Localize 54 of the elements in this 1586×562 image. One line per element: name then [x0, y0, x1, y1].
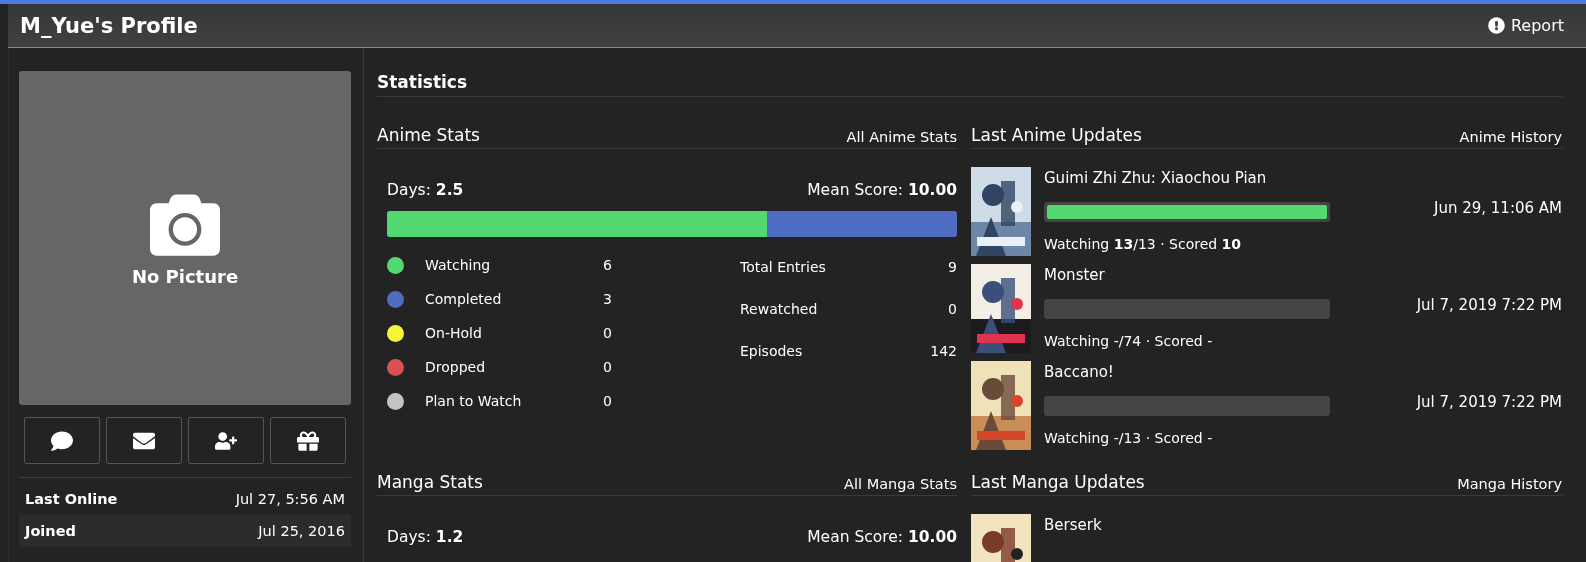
mean-score: Mean Score: 10.00 — [807, 181, 957, 199]
entry-status: Watching -/74 · Scored - — [1044, 333, 1214, 349]
all-anime-stats-link[interactable]: All Anime Stats — [846, 129, 957, 145]
status-count: 3 — [603, 291, 613, 307]
friend-button[interactable] — [188, 417, 264, 464]
total-label: Rewatched — [740, 301, 818, 319]
manga-updates-heading: Last Manga Updates — [971, 472, 1145, 492]
add-user-icon — [215, 429, 237, 452]
all-manga-stats-link[interactable]: All Manga Stats — [844, 476, 957, 492]
status-label: Dropped — [425, 359, 487, 375]
entry-date: Jul 7, 2019 7:22 PM — [1416, 295, 1562, 314]
entry-title[interactable]: Baccano! — [1044, 363, 1404, 381]
manga-stats-heading: Manga Stats — [377, 472, 483, 492]
mail-button[interactable] — [106, 417, 182, 464]
total-value: 142 — [930, 343, 957, 361]
status-label: Completed — [425, 291, 503, 307]
status-count: 0 — [603, 359, 613, 375]
gift-icon — [297, 429, 319, 452]
status-count: 0 — [603, 393, 613, 409]
report-link[interactable]: Report — [1487, 16, 1564, 35]
entry-date: Jun 29, 11:06 AM — [1433, 198, 1562, 217]
section-title: Statistics — [377, 72, 1562, 97]
info-label: Joined — [25, 523, 76, 539]
alert-icon — [1487, 17, 1505, 34]
total-value: 9 — [948, 259, 957, 277]
manga-history-link[interactable]: Manga History — [1457, 476, 1562, 492]
status-label: Plan to Watch — [425, 393, 523, 409]
status-count: 0 — [603, 325, 613, 341]
status-label: On-Hold — [425, 325, 483, 341]
days-stat: Days: 1.2 — [387, 528, 464, 546]
entry-date: Jul 7, 2019 7:22 PM — [1416, 392, 1562, 411]
mean-score: Mean Score: 10.00 — [807, 528, 957, 546]
page-title: M_Yue's Profile — [20, 13, 198, 38]
status-label: Watching — [425, 257, 492, 273]
total-label: Total Entries — [740, 259, 826, 277]
no-picture-label: No Picture — [131, 265, 239, 287]
entry-title[interactable]: Guimi Zhi Zhu: Xiaochou Pian — [1044, 169, 1421, 187]
anime-updates-heading: Last Anime Updates — [971, 125, 1142, 145]
info-value: Jul 25, 2016 — [258, 523, 345, 539]
entry-title[interactable]: Berserk — [1044, 516, 1549, 534]
days-stat: Days: 2.5 — [387, 181, 464, 199]
total-label: Episodes — [740, 343, 803, 361]
speech-bubble-icon — [51, 429, 73, 452]
anime-stats-heading: Anime Stats — [377, 125, 480, 145]
entry-title[interactable]: Monster — [1044, 266, 1404, 284]
gift-button[interactable] — [270, 417, 346, 464]
entry-status: Watching -/13 · Scored - — [1044, 430, 1214, 446]
comment-button[interactable] — [24, 417, 100, 464]
info-value: Jul 27, 5:56 AM — [235, 491, 345, 507]
info-label: Last Online — [25, 491, 118, 507]
entry-status: Watching 13/13 · Scored 10 — [1044, 236, 1243, 252]
anime-history-link[interactable]: Anime History — [1459, 129, 1562, 145]
status-count: 6 — [603, 257, 613, 273]
total-value: 0 — [948, 301, 957, 319]
